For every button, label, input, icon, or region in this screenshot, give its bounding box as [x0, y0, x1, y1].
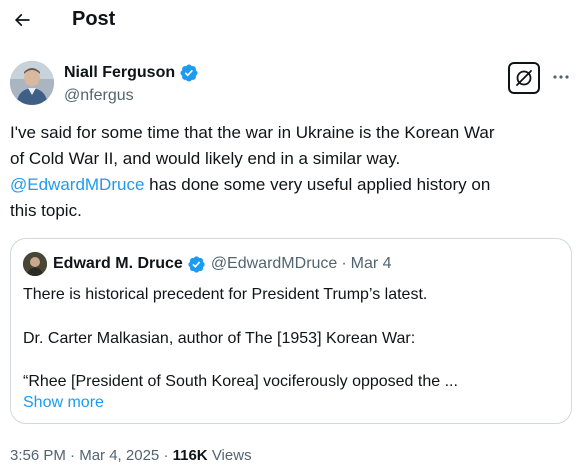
quote-tweet-card[interactable]: Edward M. Druce @EdwardMDruce · Mar 4 Th…: [10, 238, 572, 424]
views-count: 116K: [172, 447, 208, 464]
post-time[interactable]: 3:56 PM: [10, 447, 66, 464]
mention-link[interactable]: @EdwardMDruce: [10, 175, 144, 194]
separator-dot: ·: [163, 447, 169, 464]
quote-text-line: Dr. Carter Malkasian, author of The [195…: [23, 330, 416, 347]
more-horizontal-icon: [553, 75, 569, 79]
tweet-line: I've said for some time that the war in …: [10, 123, 495, 142]
quote-author-handle: @EdwardMDruce: [210, 255, 338, 272]
author-name[interactable]: Niall Ferguson: [64, 63, 175, 83]
quote-header: Edward M. Druce @EdwardMDruce · Mar 4: [23, 251, 392, 277]
verified-badge-icon: [188, 255, 205, 273]
post-meta: 3:56 PM · Mar 4, 2025 · 116K Views: [10, 446, 252, 466]
quote-date: Mar 4: [350, 255, 392, 272]
author-avatar[interactable]: [10, 61, 54, 105]
grok-button[interactable]: [508, 62, 540, 94]
separator-dot: ·: [70, 447, 76, 464]
top-bar: Post: [0, 0, 583, 40]
author-handle[interactable]: @nfergus: [64, 86, 134, 106]
quote-text-line: “Rhee [President of South Korea] vocifer…: [23, 373, 458, 390]
author-name-row: Niall Ferguson: [64, 62, 199, 84]
tweet-line: this topic.: [10, 201, 82, 220]
tweet-line: has done some very useful applied histor…: [144, 175, 491, 194]
tweet-text: I've said for some time that the war in …: [10, 120, 570, 224]
separator-dot: ·: [341, 255, 347, 272]
grok-icon: [516, 70, 532, 86]
tweet-line: of Cold War II, and would likely end in …: [10, 149, 401, 168]
views-label: Views: [211, 447, 252, 464]
page-title: Post: [72, 8, 116, 30]
quote-text-line: There is historical precedent for Presid…: [23, 286, 428, 303]
post-date[interactable]: Mar 4, 2025: [79, 447, 159, 464]
quote-author-avatar: [23, 252, 47, 276]
arrow-left-icon: [14, 13, 30, 27]
verified-badge-icon: [180, 64, 198, 82]
back-button[interactable]: [6, 4, 38, 36]
quote-author-name: Edward M. Druce: [53, 255, 183, 272]
more-options-button[interactable]: [548, 64, 574, 90]
show-more-link[interactable]: Show more: [23, 393, 104, 413]
